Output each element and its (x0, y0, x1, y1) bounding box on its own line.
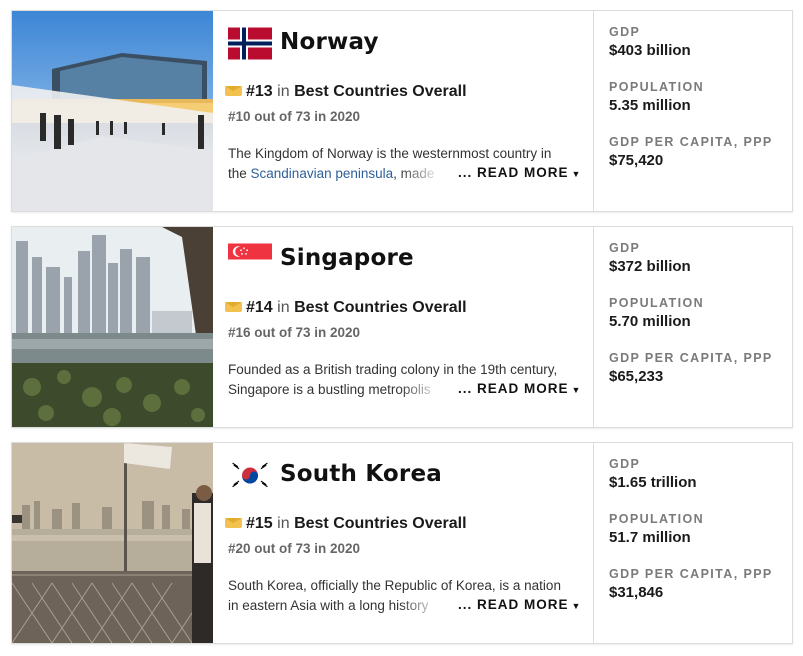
stat-population: POPULATION 5.70 million (609, 296, 789, 351)
country-name[interactable]: South Korea (280, 461, 442, 487)
description-line-2: in eastern Asia with a long history (228, 598, 429, 613)
chevron-down-icon: ▼ (571, 169, 581, 179)
han-river-seoul-photo[interactable] (12, 443, 213, 643)
country-stats: GDP $372 billion POPULATION 5.70 million… (609, 241, 789, 406)
singapore-skyline-photo[interactable] (12, 227, 213, 427)
stat-label: GDP (609, 241, 641, 255)
read-more-button[interactable]: ... READ MORE ▼ (456, 381, 581, 396)
stat-value: 5.70 million (609, 313, 691, 330)
rank-in-text: in (277, 299, 290, 316)
rank-row: #15 in Best Countries Overall (225, 515, 467, 533)
chevron-down-icon: ▼ (571, 385, 581, 395)
singapore-flag-icon (228, 243, 272, 276)
read-more-label: ... READ MORE (458, 381, 569, 396)
rank-number: #13 (246, 83, 273, 100)
read-more-label: ... READ MORE (458, 597, 569, 612)
rank-list-link[interactable]: Best Countries Overall (294, 515, 467, 532)
chevron-down-icon: ▼ (571, 601, 581, 611)
stat-population: POPULATION 51.7 million (609, 512, 789, 567)
stat-gdp: GDP $403 billion (609, 25, 789, 80)
country-name[interactable]: Singapore (280, 245, 414, 271)
stat-value: $75,420 (609, 152, 664, 169)
rank-in-text: in (277, 83, 290, 100)
stat-gdp-per-capita: GDP PER CAPITA, PPP $75,420 (609, 135, 789, 190)
stat-population: POPULATION 5.35 million (609, 80, 789, 135)
rank-number: #14 (246, 299, 273, 316)
country-name[interactable]: Norway (280, 29, 379, 55)
description-line-2: the (228, 166, 251, 181)
read-more-button[interactable]: ... READ MORE ▼ (456, 165, 581, 180)
stat-gdp: GDP $372 billion (609, 241, 789, 296)
previous-rank: #16 out of 73 in 2020 (228, 325, 361, 340)
rank-list-link[interactable]: Best Countries Overall (294, 83, 467, 100)
rank-number: #15 (246, 515, 273, 532)
stat-label: GDP PER CAPITA, PPP (609, 567, 773, 581)
scandinavian-peninsula-link[interactable]: Scandinavian peninsula (251, 166, 394, 181)
stat-gdp: GDP $1.65 trillion (609, 457, 789, 512)
divider (593, 443, 594, 643)
rank-list-link[interactable]: Best Countries Overall (294, 299, 467, 316)
norway-flag-icon (228, 27, 272, 60)
stat-gdp-per-capita: GDP PER CAPITA, PPP $65,233 (609, 351, 789, 406)
rank-row: #14 in Best Countries Overall (225, 299, 467, 317)
stat-value: 5.35 million (609, 97, 691, 114)
country-card-singapore[interactable]: Singapore #14 in Best Countries Overall … (11, 226, 793, 428)
stat-label: GDP (609, 457, 641, 471)
stat-value: $403 billion (609, 42, 691, 59)
divider (593, 11, 594, 211)
stat-label: GDP (609, 25, 641, 39)
stat-label: GDP PER CAPITA, PPP (609, 135, 773, 149)
stat-label: POPULATION (609, 296, 705, 310)
description-line-1: The Kingdom of Norway is the westernmost… (228, 146, 552, 161)
country-card-norway[interactable]: Norway #13 in Best Countries Overall #10… (11, 10, 793, 212)
divider (593, 227, 594, 427)
stat-value: $1.65 trillion (609, 474, 697, 491)
country-stats: GDP $1.65 trillion POPULATION 51.7 milli… (609, 457, 789, 622)
oslo-opera-house-photo[interactable] (12, 11, 213, 211)
stat-gdp-per-capita: GDP PER CAPITA, PPP $31,846 (609, 567, 789, 622)
description-line-1: Founded as a British trading colony in t… (228, 362, 558, 377)
previous-rank: #20 out of 73 in 2020 (228, 541, 361, 556)
stat-value: 51.7 million (609, 529, 691, 546)
read-more-label: ... READ MORE (458, 165, 569, 180)
previous-rank: #10 out of 73 in 2020 (228, 109, 361, 124)
south-korea-flag-icon (228, 459, 272, 492)
stat-label: POPULATION (609, 80, 705, 94)
stat-label: POPULATION (609, 512, 705, 526)
read-more-button[interactable]: ... READ MORE ▼ (456, 597, 581, 612)
medal-icon (225, 302, 242, 312)
stat-value: $31,846 (609, 584, 664, 601)
rank-row: #13 in Best Countries Overall (225, 83, 467, 101)
country-stats: GDP $403 billion POPULATION 5.35 million… (609, 25, 789, 190)
medal-icon (225, 518, 242, 528)
stat-label: GDP PER CAPITA, PPP (609, 351, 773, 365)
description-line-2: Singapore is a bustling metropolis (228, 382, 431, 397)
description-line-2-tail: , made (393, 166, 435, 181)
rank-in-text: in (277, 515, 290, 532)
stat-value: $372 billion (609, 258, 691, 275)
stat-value: $65,233 (609, 368, 664, 385)
country-card-south-korea[interactable]: South Korea #15 in Best Countries Overal… (11, 442, 793, 644)
description-line-1: South Korea, officially the Republic of … (228, 578, 561, 593)
medal-icon (225, 86, 242, 96)
